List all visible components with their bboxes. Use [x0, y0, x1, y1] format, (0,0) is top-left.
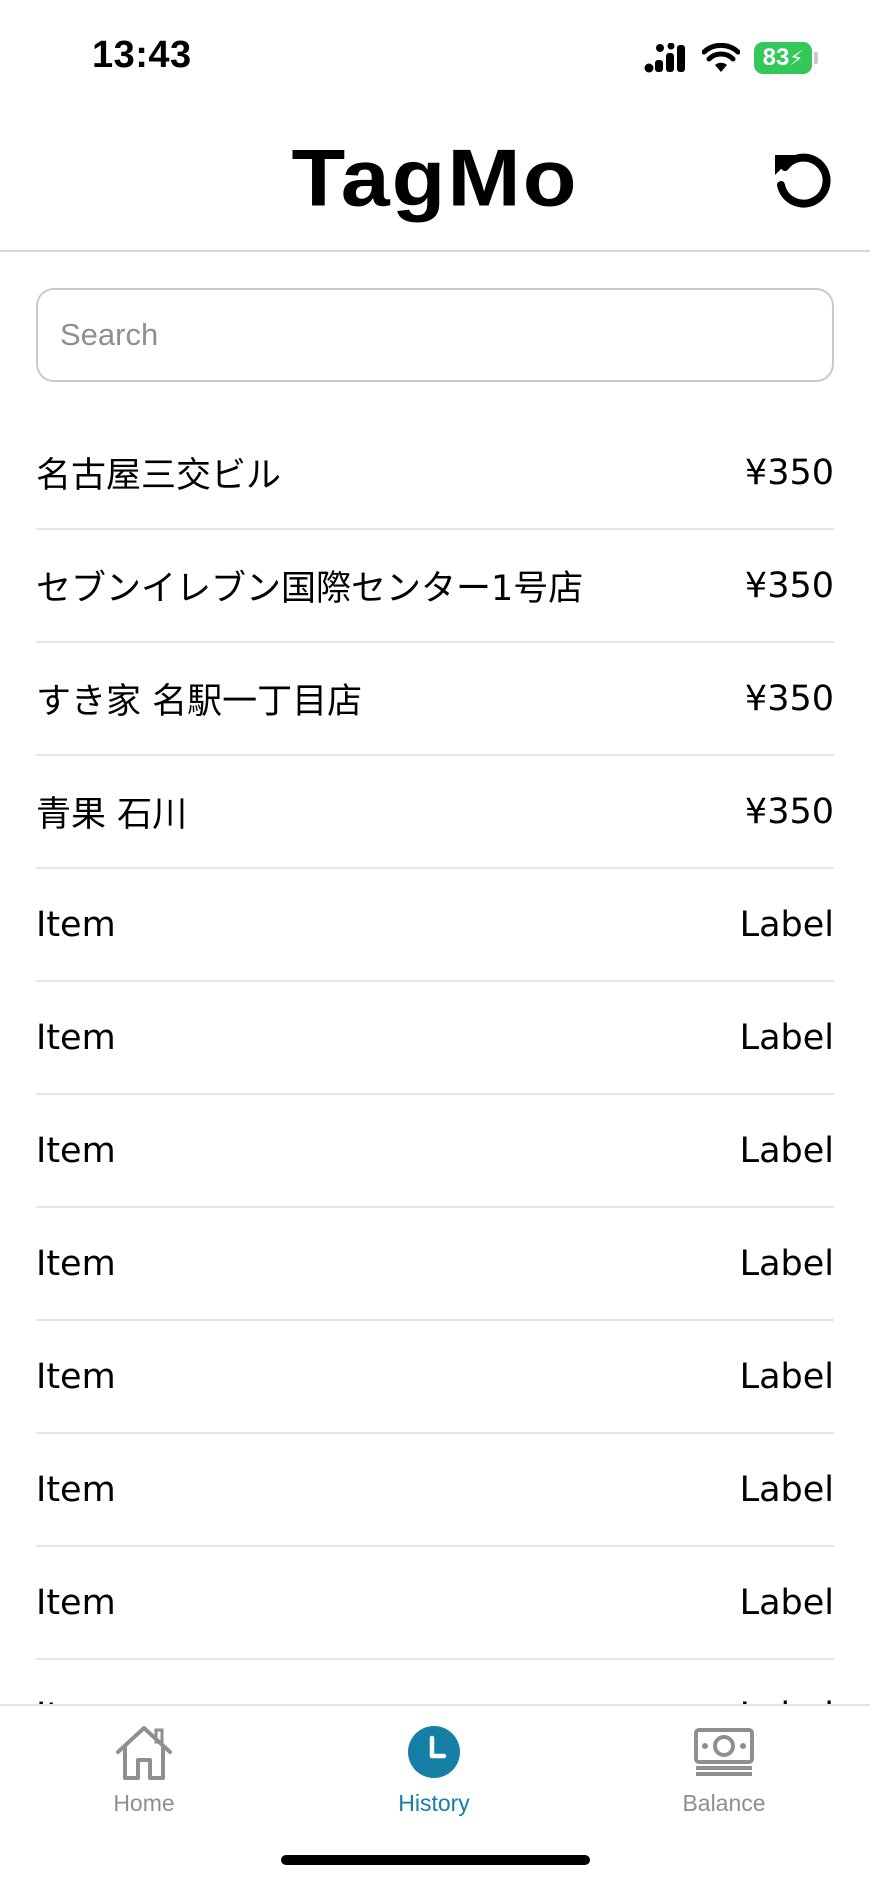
list-item-value: Label: [739, 1243, 834, 1284]
list-item[interactable]: Item Label: [36, 869, 834, 982]
home-indicator: [281, 1855, 590, 1865]
balance-icon: [693, 1720, 755, 1784]
charging-icon: ⚡: [789, 47, 804, 70]
wifi-icon: [702, 43, 740, 73]
list-item-name: Item: [36, 1469, 116, 1510]
list-item-name: Item: [36, 1130, 116, 1171]
list-item-value: Label: [739, 1130, 834, 1171]
refresh-button[interactable]: [766, 146, 838, 218]
tab-home[interactable]: Home: [44, 1720, 244, 1830]
home-icon: [112, 1720, 176, 1784]
tab-history[interactable]: History: [334, 1720, 534, 1830]
list-item-value: Label: [739, 1582, 834, 1623]
list-item-value: Label: [739, 904, 834, 945]
list-item[interactable]: 名古屋三交ビル ¥350: [36, 417, 834, 530]
list-item[interactable]: すき家 名駅一丁目店 ¥350: [36, 643, 834, 756]
search-input[interactable]: [36, 288, 834, 382]
list-item-name: Item: [36, 1356, 116, 1397]
list-item[interactable]: Item Label: [36, 1660, 834, 1705]
list-item-name: Item: [36, 1582, 116, 1623]
transaction-list: 名古屋三交ビル ¥350 セブンイレブン国際センター1号店 ¥350 すき家 名駅一丁目…: [36, 417, 834, 1704]
list-item[interactable]: Item Label: [36, 1095, 834, 1208]
battery-cap: [814, 52, 818, 64]
list-item[interactable]: セブンイレブン国際センター1号店 ¥350: [36, 530, 834, 643]
tab-label-home: Home: [113, 1790, 175, 1816]
battery-level: 83: [762, 44, 790, 71]
list-item[interactable]: Item Label: [36, 1208, 834, 1321]
list-item[interactable]: Item Label: [36, 1321, 834, 1434]
list-item[interactable]: 青果 石川 ¥350: [36, 756, 834, 869]
tab-label-history: History: [398, 1790, 470, 1816]
history-icon: [407, 1720, 461, 1784]
list-item[interactable]: Item Label: [36, 1434, 834, 1547]
status-bar: 13:43 83 ⚡: [0, 0, 870, 110]
search-bar: [36, 288, 834, 382]
list-item-value: ¥350: [744, 791, 834, 832]
tab-label-balance: Balance: [682, 1790, 766, 1816]
list-item[interactable]: Item Label: [36, 1547, 834, 1660]
list-item-name: 青果 石川: [36, 795, 188, 835]
list-item-name: Item: [36, 904, 116, 945]
list-item-value: ¥350: [744, 678, 834, 719]
status-time: 13:43: [92, 34, 192, 76]
list-item-name: すき家 名駅一丁目店: [36, 682, 363, 722]
status-icons: 83 ⚡: [644, 40, 818, 76]
list-item[interactable]: Item Label: [36, 982, 834, 1095]
list-item-name: 名古屋三交ビル: [36, 456, 282, 496]
list-item-name: Item: [36, 1243, 116, 1284]
signal-icon: [644, 43, 688, 73]
list-item-name: セブンイレブン国際センター1号店: [36, 569, 584, 609]
list-item-value: Label: [739, 1017, 834, 1058]
list-item-name: Item: [36, 1696, 116, 1705]
battery-icon: 83 ⚡: [754, 42, 818, 74]
list-item-name: Item: [36, 1017, 116, 1058]
list-item-value: ¥350: [744, 565, 834, 606]
list-item-value: Label: [739, 1356, 834, 1397]
list-item-value: Label: [740, 1696, 834, 1705]
header: TagMo: [0, 110, 870, 252]
refresh-icon: [771, 149, 833, 216]
page-title: TagMo: [291, 132, 579, 224]
list-item-value: Label: [739, 1469, 834, 1510]
tab-balance[interactable]: Balance: [624, 1720, 824, 1830]
list-item-value: ¥350: [744, 452, 834, 493]
